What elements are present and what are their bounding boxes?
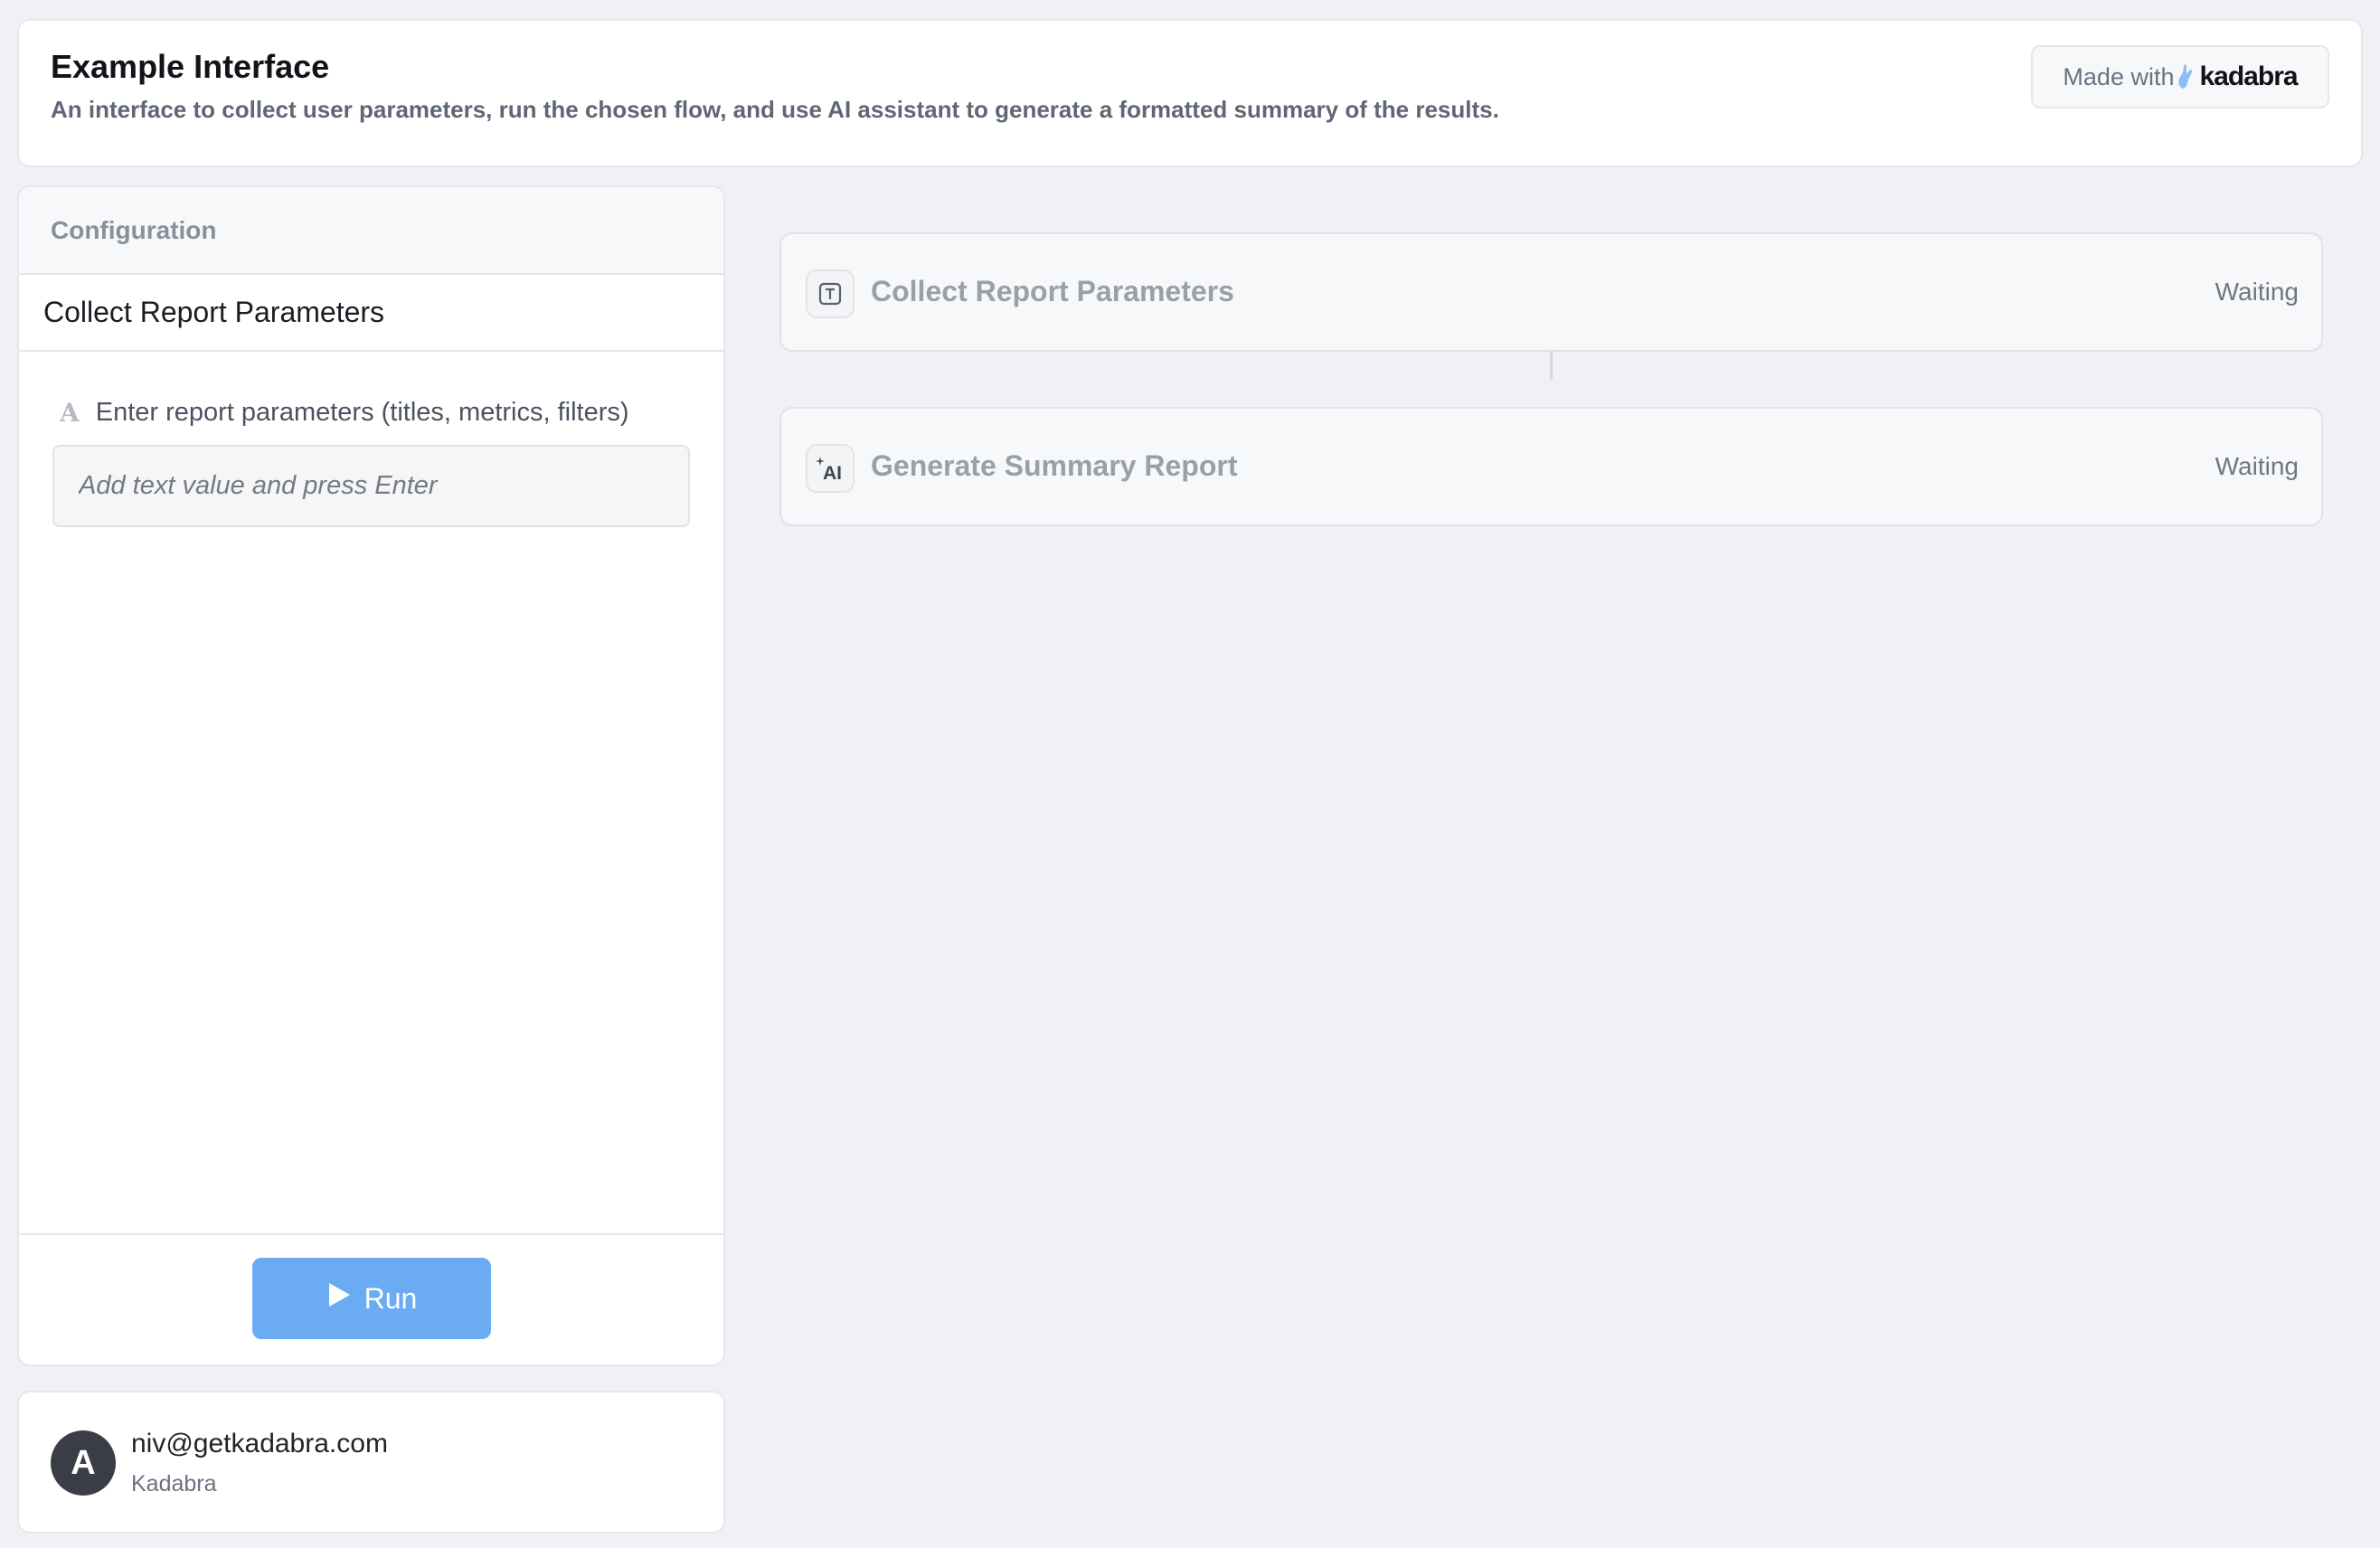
flow-step-generate-summary-report[interactable]: AI Generate Summary Report Waiting	[779, 407, 2323, 526]
user-organization: Kadabra	[131, 1471, 217, 1496]
field-label: A Enter report parameters (titles, metri…	[60, 398, 629, 428]
user-card[interactable]: A niv@getkadabra.com Kadabra	[17, 1391, 725, 1534]
app-header: Example Interface An interface to collec…	[17, 19, 2363, 167]
flow-connector	[1550, 351, 1553, 380]
run-button-label: Run	[364, 1281, 418, 1315]
configuration-footer: Run	[19, 1233, 723, 1364]
text-field-icon: A	[60, 398, 80, 428]
ai-sparkle-icon: AI	[806, 444, 855, 493]
flow-step-status: Waiting	[2215, 452, 2299, 480]
report-parameters-input[interactable]	[52, 445, 690, 527]
configuration-heading: Configuration	[19, 187, 723, 275]
made-with-badge[interactable]: Made with kadabra	[2031, 45, 2329, 109]
user-email: niv@getkadabra.com	[131, 1429, 388, 1458]
configuration-panel: Configuration Collect Report Parameters …	[17, 185, 725, 1366]
field-label-text: Enter report parameters (titles, metrics…	[95, 398, 629, 427]
play-icon	[326, 1281, 352, 1316]
flow-step-collect-report-parameters[interactable]: Collect Report Parameters Waiting	[779, 232, 2323, 352]
made-with-label: Made with	[2063, 62, 2175, 90]
brand-name: kadabra	[2199, 61, 2298, 91]
run-button[interactable]: Run	[252, 1258, 491, 1339]
text-icon	[806, 269, 855, 318]
page-title: Example Interface	[51, 48, 330, 85]
svg-text:AI: AI	[823, 463, 842, 482]
step-title: Collect Report Parameters	[19, 275, 723, 352]
flow-step-name: Collect Report Parameters	[871, 275, 1234, 307]
flow-step-status: Waiting	[2215, 278, 2299, 306]
page-subtitle: An interface to collect user parameters,…	[51, 96, 1499, 123]
flow-step-name: Generate Summary Report	[871, 449, 1238, 482]
kadabra-logo-icon	[2176, 63, 2196, 90]
avatar: A	[51, 1430, 116, 1496]
